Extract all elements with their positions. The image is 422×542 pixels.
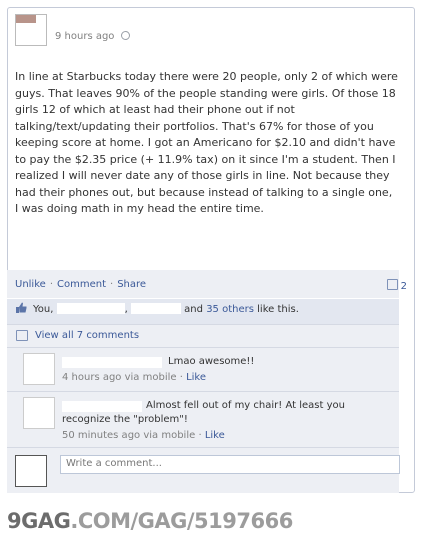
commenter-name[interactable] <box>62 357 162 368</box>
post-timestamp[interactable]: 9 hours ago <box>55 31 114 42</box>
comment-meta: 4 hours ago via mobile · Like <box>62 372 207 383</box>
poster-avatar[interactable] <box>15 14 47 46</box>
comments-icon <box>16 330 28 341</box>
likes-comma: , <box>124 304 128 315</box>
post-body: In line at Starbucks today there were 20… <box>15 70 398 215</box>
watermark-brand: 9GAG <box>7 509 71 533</box>
comment-time[interactable]: 4 hours ago via mobile <box>62 372 177 383</box>
separator: · <box>110 279 114 290</box>
comment-like-link[interactable]: Like <box>205 430 225 441</box>
comment-item <box>7 347 399 392</box>
comment-count-number: 2 <box>400 281 407 292</box>
watermark: 9GAG.COM/GAG/5197666 <box>7 509 293 533</box>
share-link[interactable]: Share <box>117 279 146 290</box>
current-user-avatar <box>15 455 47 487</box>
comment-input[interactable]: Write a comment... <box>60 455 400 474</box>
thumbs-up-icon <box>16 302 27 313</box>
globe-icon <box>121 31 130 40</box>
redacted-name <box>56 303 125 314</box>
comment-text: Lmao awesome!! <box>168 356 255 367</box>
likes-you: You, <box>33 304 54 315</box>
view-all-comments-link[interactable]: View all 7 comments <box>35 330 139 341</box>
comment-time[interactable]: 50 minutes ago via mobile <box>62 430 195 441</box>
watermark-path: .COM/GAG/5197666 <box>70 509 293 533</box>
commenter-avatar[interactable] <box>23 397 55 429</box>
comment-icon <box>386 279 398 290</box>
others-link[interactable]: 35 others <box>206 304 254 315</box>
post-actions: Unlike · Comment · Share <box>15 279 146 290</box>
likes-suffix: like this. <box>257 304 299 315</box>
likes-summary: You, , and 35 others like this. <box>33 303 299 315</box>
comment-text: Almost fell out of my chair! At least yo… <box>62 400 345 425</box>
redacted-name <box>130 303 181 314</box>
separator: · <box>49 279 53 290</box>
likes-and: and <box>184 304 203 315</box>
unlike-link[interactable]: Unlike <box>15 279 46 290</box>
comment-link[interactable]: Comment <box>57 279 106 290</box>
comment-like-link[interactable]: Like <box>186 372 206 383</box>
commenter-avatar[interactable] <box>23 353 55 385</box>
comment-meta: 50 minutes ago via mobile · Like <box>62 430 225 441</box>
comment-count[interactable]: 2 <box>386 279 407 292</box>
